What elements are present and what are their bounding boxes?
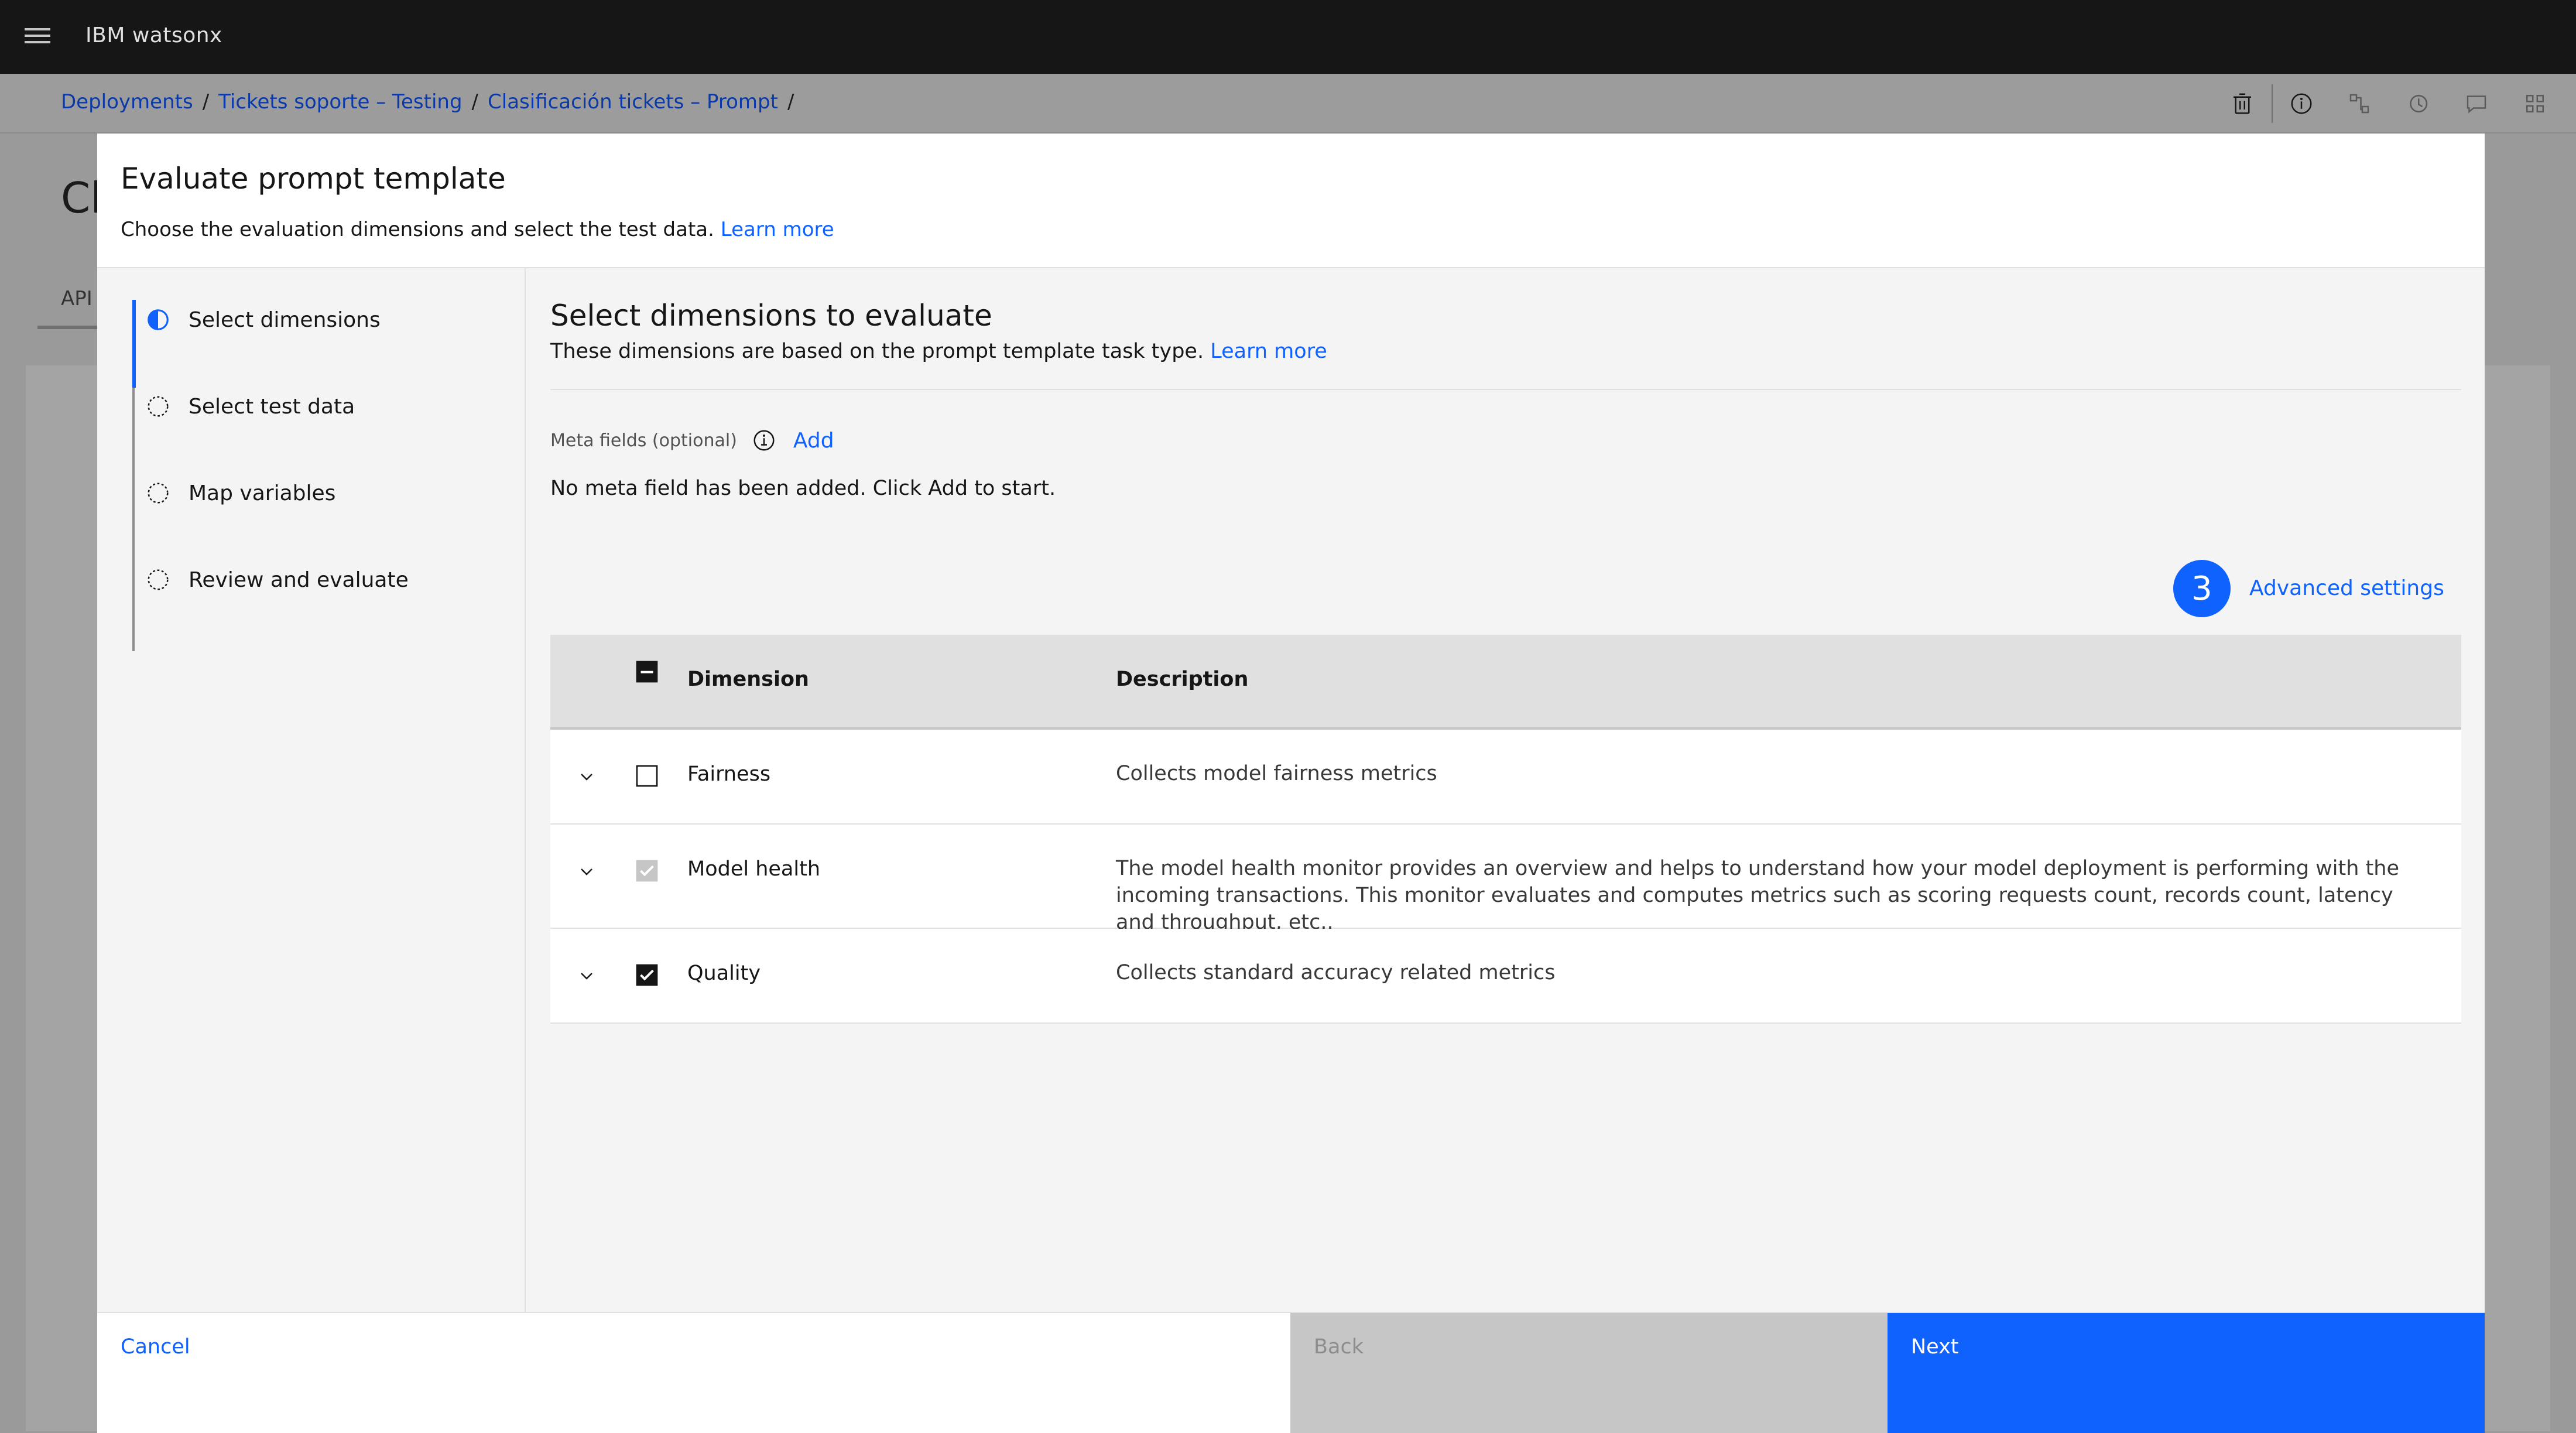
table-row-quality: Quality Collects standard accuracy relat… — [550, 929, 2461, 1024]
history-icon[interactable] — [2389, 84, 2447, 123]
modal-subtitle-text: Choose the evaluation dimensions and sel… — [121, 218, 714, 241]
step-review-and-evaluate[interactable]: Review and evaluate — [146, 562, 409, 597]
chevron-down-icon[interactable] — [577, 966, 596, 985]
breadcrumb-separator: / — [202, 90, 210, 114]
modal-subtitle: Choose the evaluation dimensions and sel… — [121, 218, 834, 241]
back-label: Back — [1314, 1335, 1364, 1359]
step-label: Review and evaluate — [189, 567, 409, 592]
column-header-description: Description — [1116, 668, 1249, 691]
step-incomplete-icon — [148, 483, 169, 504]
dimensions-table: Dimension Description Fairness Collects … — [550, 635, 2461, 1024]
modal-header: Evaluate prompt template Choose the eval… — [97, 134, 2485, 268]
row-checkbox-model-health — [636, 860, 658, 882]
row-checkbox-fairness[interactable] — [635, 764, 659, 788]
chevron-down-icon[interactable] — [577, 767, 596, 786]
select-all-checkbox[interactable] — [635, 659, 659, 684]
modal-footer: Cancel Back Next — [97, 1312, 2485, 1433]
background-title: Cl — [61, 173, 102, 223]
step-incomplete-icon — [148, 396, 169, 417]
section-subtitle-text: These dimensions are based on the prompt… — [550, 340, 1204, 363]
meta-fields-label: Meta fields (optional) — [550, 430, 737, 451]
chat-icon[interactable] — [2447, 84, 2506, 123]
progress-indicator: Select dimensions Select test data Map v… — [97, 268, 526, 1312]
step-current-icon — [148, 309, 169, 330]
breadcrumb-prompt[interactable]: Clasificación tickets – Prompt — [488, 90, 778, 114]
meta-fields-empty-state: No meta field has been added. Click Add … — [550, 477, 1056, 500]
dimension-name: Quality — [687, 962, 761, 985]
step-select-dimensions[interactable]: Select dimensions — [146, 302, 381, 337]
breadcrumb-separator: / — [787, 90, 794, 114]
background-tab-indicator — [37, 326, 102, 329]
table-header: Dimension Description — [550, 635, 2461, 730]
step-select-test-data[interactable]: Select test data — [146, 389, 355, 424]
dimension-name: Fairness — [687, 762, 771, 786]
breadcrumb: Deployments / Tickets soporte – Testing / Cl… — [61, 90, 803, 114]
progress-rail-active — [132, 300, 136, 388]
global-header: IBM watsonx — [0, 0, 2576, 74]
annotation-badge: 3 — [2173, 560, 2231, 617]
add-meta-field-link[interactable]: Add — [793, 429, 834, 453]
column-header-dimension[interactable]: Dimension — [687, 668, 809, 691]
brand-prefix: IBM — [85, 23, 125, 47]
divider — [550, 389, 2461, 390]
cancel-button[interactable]: Cancel — [97, 1313, 1290, 1433]
step-label: Select test data — [189, 394, 355, 419]
apps-icon[interactable] — [2506, 84, 2564, 123]
info-icon[interactable] — [2272, 84, 2330, 123]
chevron-down-icon[interactable] — [577, 862, 596, 881]
section-subtitle: These dimensions are based on the prompt… — [550, 340, 1327, 363]
advanced-settings-link[interactable]: Advanced settings — [2249, 576, 2444, 600]
breadcrumb-separator: / — [471, 90, 479, 114]
row-checkbox-quality[interactable] — [635, 963, 659, 987]
step-map-variables[interactable]: Map variables — [146, 476, 335, 511]
back-button: Back — [1290, 1313, 1888, 1433]
step-label: Map variables — [189, 481, 336, 505]
trash-icon[interactable] — [2213, 84, 2272, 123]
breadcrumb-space[interactable]: Tickets soporte – Testing — [218, 90, 462, 114]
flow-icon[interactable] — [2330, 84, 2389, 123]
step-incomplete-icon — [148, 569, 169, 590]
table-row-fairness: Fairness Collects model fairness metrics — [550, 730, 2461, 825]
breadcrumb-deployments[interactable]: Deployments — [61, 90, 193, 114]
dimension-name: Model health — [687, 857, 821, 881]
product-name[interactable]: IBM watsonx — [85, 23, 222, 47]
menu-icon[interactable] — [25, 28, 50, 47]
dimension-description: The model health monitor provides an ove… — [1116, 857, 2399, 934]
table-row-model-health: Model health The model health monitor pr… — [550, 825, 2461, 934]
dimension-description: Collects standard accuracy related metri… — [1116, 961, 1556, 984]
next-label: Next — [1911, 1335, 1959, 1359]
modal-title: Evaluate prompt template — [121, 162, 506, 196]
dimensions-panel: Select dimensions to evaluate These dime… — [550, 268, 2461, 1312]
section-title: Select dimensions to evaluate — [550, 299, 992, 333]
brand-name: watsonx — [132, 23, 222, 47]
breadcrumb-bar: Deployments / Tickets soporte – Testing / Cl… — [0, 74, 2576, 134]
learn-more-link[interactable]: Learn more — [1210, 340, 1327, 363]
info-icon[interactable] — [752, 429, 776, 452]
evaluate-modal: Evaluate prompt template Choose the eval… — [97, 134, 2485, 1433]
page-toolbar — [2213, 84, 2564, 123]
learn-more-link[interactable]: Learn more — [721, 218, 834, 241]
dimension-description: Collects model fairness metrics — [1116, 762, 1437, 785]
step-label: Select dimensions — [189, 307, 381, 332]
cancel-label: Cancel — [121, 1335, 190, 1359]
meta-fields-row: Meta fields (optional) Add — [550, 423, 834, 458]
next-button[interactable]: Next — [1888, 1313, 2485, 1433]
background-tab-api: API — [61, 287, 93, 310]
